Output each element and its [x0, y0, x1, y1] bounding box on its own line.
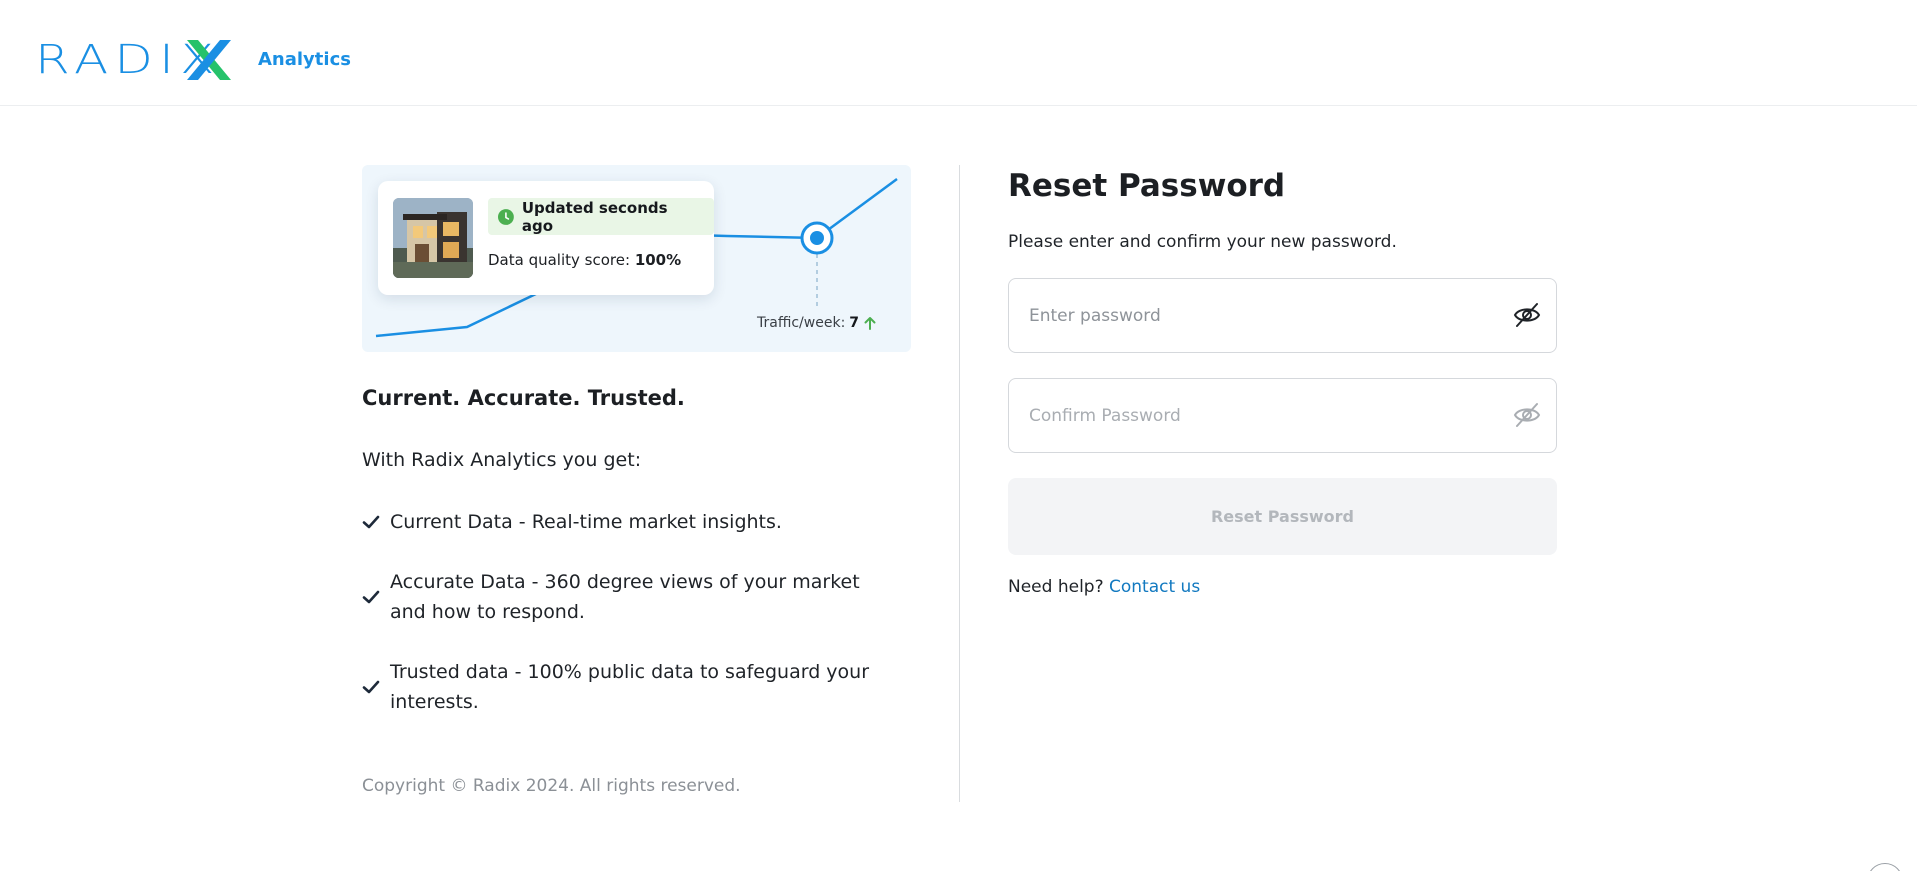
check-icon — [362, 515, 380, 529]
check-icon — [362, 680, 380, 694]
benefit-item: Current Data - Real-time market insights… — [362, 507, 892, 537]
form-subtitle: Please enter and confirm your new passwo… — [1008, 232, 1397, 252]
hero-illustration: Updated seconds ago Data quality score: … — [362, 165, 911, 352]
traffic-readout: Traffic/week: 7 — [757, 315, 877, 331]
intro-text: With Radix Analytics you get: — [362, 449, 642, 471]
copyright-text: Copyright © Radix 2024. All rights reser… — [362, 776, 741, 796]
benefit-text: Accurate Data - 360 degree views of your… — [390, 571, 860, 623]
password-field — [1008, 278, 1557, 353]
brand-subtitle: Analytics — [258, 49, 351, 70]
house-photo — [393, 198, 473, 278]
badge-text: Updated seconds ago — [521, 198, 668, 235]
contact-us-link[interactable]: Contact us — [1109, 577, 1200, 597]
benefit-item: Trusted data - 100% public data to safeg… — [362, 657, 892, 717]
reset-password-button[interactable]: Reset Password — [1008, 478, 1557, 555]
eye-off-icon[interactable] — [1512, 301, 1542, 329]
logo-x-mark-icon — [187, 40, 231, 80]
help-line: Need help? Contact us — [1008, 577, 1200, 597]
update-status-badge: Updated seconds ago — [488, 198, 714, 235]
benefit-item: Accurate Data - 360 degree views of your… — [362, 567, 892, 627]
radix-logo[interactable]: RADIX — [35, 38, 214, 82]
tagline: Current. Accurate. Trusted. — [362, 386, 685, 410]
benefit-text: Current Data - Real-time market insights… — [390, 511, 782, 533]
traffic-label: Traffic/week: — [757, 315, 846, 331]
arrow-up-icon — [864, 317, 876, 330]
check-icon — [362, 590, 380, 604]
help-text: Need help? — [1008, 577, 1104, 597]
house-illustration — [393, 198, 473, 278]
traffic-value: 7 — [849, 315, 860, 331]
score-value: 100% — [634, 251, 682, 269]
confirm-password-field — [1008, 378, 1557, 453]
benefit-text: Trusted data - 100% public data to safeg… — [390, 661, 870, 713]
status-card: Updated seconds ago Data quality score: … — [378, 181, 714, 295]
data-quality-score: Data quality score: 100% — [488, 251, 681, 269]
column-divider — [959, 165, 960, 802]
score-label: Data quality score: — [488, 251, 631, 269]
top-header: RADIX Analytics — [0, 0, 1917, 106]
page-title: Reset Password — [1008, 168, 1286, 204]
password-input[interactable] — [1029, 279, 1489, 352]
clock-icon — [498, 208, 514, 225]
chat-widget-button[interactable] — [1867, 863, 1903, 871]
confirm-password-input[interactable] — [1029, 379, 1489, 452]
eye-off-icon[interactable] — [1512, 401, 1542, 429]
